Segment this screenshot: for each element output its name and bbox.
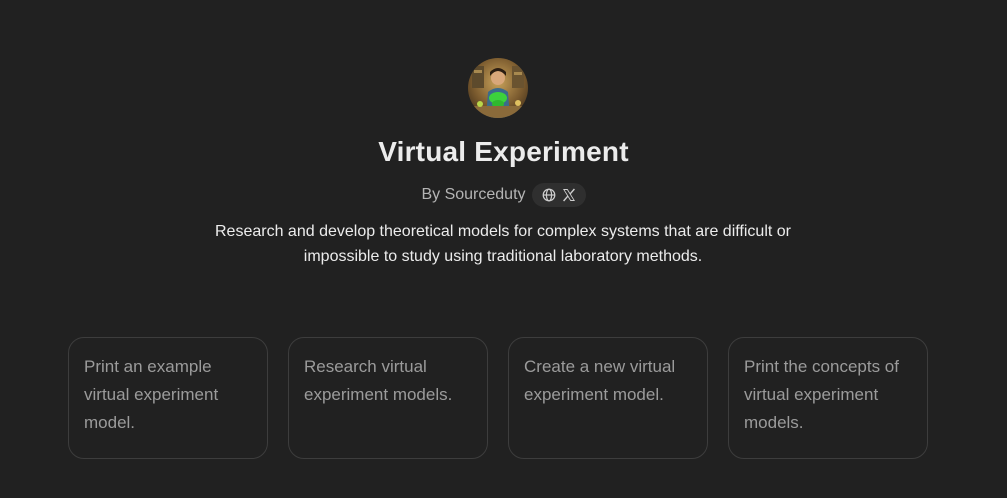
social-links <box>531 183 586 207</box>
globe-icon[interactable] <box>542 188 556 202</box>
starter-label: Research virtual experiment models. <box>304 357 453 404</box>
starter-card[interactable]: Print an example virtual experiment mode… <box>68 337 268 459</box>
conversation-starters: Print an example virtual experiment mode… <box>68 337 928 459</box>
author-name: By Sourceduty <box>421 186 526 203</box>
gpt-avatar <box>468 58 528 118</box>
gpt-landing: Virtual Experiment By Sourceduty Researc… <box>0 0 1007 498</box>
starter-label: Print an example virtual experiment mode… <box>84 357 219 432</box>
starter-label: Create a new virtual experiment model. <box>524 357 676 404</box>
starter-card[interactable]: Create a new virtual experiment model. <box>508 337 708 459</box>
byline: By Sourceduty <box>0 183 1007 207</box>
starter-card[interactable]: Print the concepts of virtual experiment… <box>728 337 928 459</box>
starter-card[interactable]: Research virtual experiment models. <box>288 337 488 459</box>
x-logo-icon[interactable] <box>562 188 576 202</box>
gpt-title: Virtual Experiment <box>378 136 629 167</box>
gpt-description: Research and develop theoretical models … <box>215 223 791 265</box>
starter-label: Print the concepts of virtual experiment… <box>744 357 899 432</box>
